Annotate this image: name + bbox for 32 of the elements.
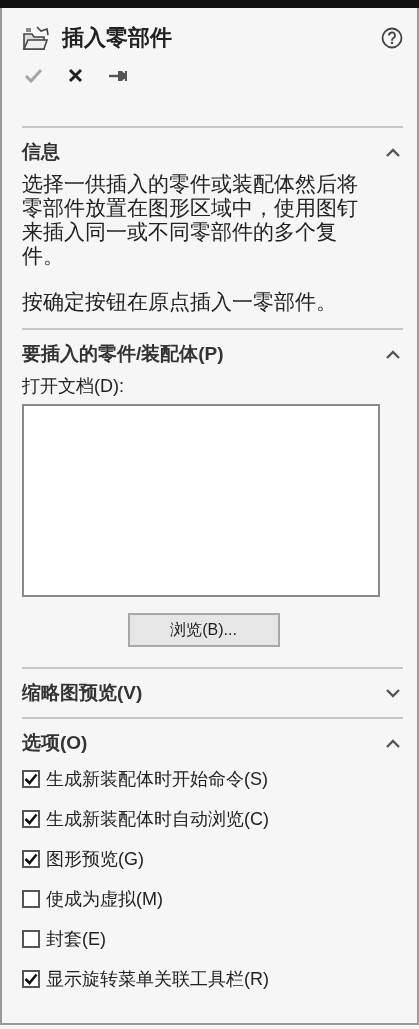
section-title: 选项(O) (22, 731, 88, 755)
section-title: 要插入的零件/装配体(P) (22, 342, 224, 366)
browse-button[interactable]: 浏览(B)... (127, 613, 280, 647)
checkbox[interactable] (22, 770, 40, 788)
collapse-icon[interactable] (385, 349, 401, 359)
checkbox-label: 生成新装配体时自动浏览(C) (46, 808, 269, 831)
checkbox[interactable] (22, 810, 40, 828)
checkbox-label: 使成为虚拟(M) (46, 888, 163, 911)
checkbox[interactable] (22, 850, 40, 868)
help-icon[interactable] (381, 27, 403, 49)
expand-icon[interactable] (385, 688, 401, 698)
check-icon (24, 853, 38, 865)
check-icon (24, 773, 38, 785)
info-text: 选择一供插入的零件或装配体然后将零部件放置在图形区域中，使用图钉来插入同一或不同零部件的多个复件。 (22, 172, 359, 268)
info-text: 按确定按钮在原点插入一零部件。 (22, 290, 338, 314)
checkbox[interactable] (22, 890, 40, 908)
checkbox-label: 显示旋转菜单关联工具栏(R) (46, 968, 269, 991)
section-title: 信息 (22, 140, 60, 164)
check-icon (24, 813, 38, 825)
folder-icon (22, 25, 50, 51)
checkbox[interactable] (22, 970, 40, 988)
section-title: 缩略图预览(V) (22, 681, 143, 705)
checkbox-label: 封套(E) (46, 928, 106, 951)
document-list[interactable] (22, 404, 380, 597)
collapse-icon[interactable] (385, 738, 401, 748)
checkbox-label: 生成新装配体时开始命令(S) (46, 768, 268, 791)
field-label: 打开文档(D): (22, 375, 125, 398)
check-icon (24, 973, 38, 985)
panel-title: 插入零部件 (62, 24, 173, 52)
collapse-icon[interactable] (385, 147, 401, 157)
checkbox[interactable] (22, 930, 40, 948)
checkbox-label: 图形预览(G) (46, 848, 144, 871)
